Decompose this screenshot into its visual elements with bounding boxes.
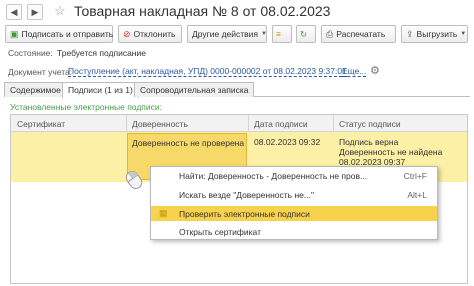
export-icon: ⇪	[406, 28, 414, 39]
menu-item-search-shortcut: Alt+L	[407, 190, 427, 200]
column-divider	[126, 115, 127, 132]
menu-item-open-cert-label: Открыть сертификат	[179, 227, 261, 237]
menu-item-search-label: Искать везде "Доверенность не..."	[179, 190, 314, 200]
menu-item-find-label: Найти: Доверенность - Доверенность не пр…	[179, 171, 368, 181]
export-label: Выгрузить	[416, 29, 458, 39]
context-menu: Найти: Доверенность - Доверенность не пр…	[150, 166, 438, 240]
column-divider	[333, 115, 334, 132]
menu-item-verify-signatures[interactable]: ▦ Проверить электронные подписи	[151, 206, 437, 221]
document-label: Документ учета:	[8, 67, 73, 77]
column-header-date[interactable]: Дата подписи	[254, 119, 308, 129]
reject-button[interactable]: ⊘ Отклонить	[118, 25, 182, 43]
document-link[interactable]: Поступление (акт, накладная, УПД) 0000-0…	[68, 67, 347, 77]
sign-and-send-label: Подписать и отправить	[21, 29, 114, 39]
tab-content[interactable]: Содержимое	[4, 82, 67, 97]
arrow-left-icon: ◀	[10, 6, 18, 17]
tab-cover-note[interactable]: Сопроводительная записка	[134, 82, 255, 97]
column-header-status[interactable]: Статус подписи	[339, 119, 401, 129]
tab-bar: Содержимое Подписи (1 из 1) Сопроводител…	[4, 82, 470, 98]
reject-label: Отклонить	[133, 29, 176, 39]
status-value: Требуется подписание	[57, 48, 146, 58]
column-divider	[248, 115, 249, 132]
export-button[interactable]: ⇪ Выгрузить ▼	[401, 25, 468, 43]
forward-button[interactable]: ▶	[27, 4, 43, 20]
menu-item-open-certificate[interactable]: Открыть сертификат	[151, 224, 437, 239]
refresh-icon: ↻	[300, 28, 308, 39]
title-bar: ◀ ▶ ☆ Товарная накладная № 8 от 08.02.20…	[0, 0, 474, 24]
table-header: Сертификат Доверенность Дата подписи Ста…	[11, 115, 467, 132]
arrow-right-icon: ▶	[31, 6, 39, 17]
menu-item-find-shortcut: Ctrl+F	[403, 171, 427, 181]
refresh-button[interactable]: ↻	[296, 25, 316, 43]
signature-check-icon: ▦	[159, 208, 168, 218]
print-button[interactable]: ⎙ Распечатать	[321, 25, 396, 43]
reject-icon: ⊘	[123, 28, 131, 39]
signatures-section-title: Установленные электронные подписи:	[10, 102, 163, 112]
status-line-2: Доверенность не найдена	[339, 147, 443, 157]
back-button[interactable]: ◀	[6, 4, 22, 20]
poa-cell-text: Доверенность не проверена	[132, 138, 245, 148]
status-line-1: Подпись верна	[339, 137, 399, 147]
hierarchy-icon: ≡	[276, 29, 281, 39]
tab-signatures[interactable]: Подписи (1 из 1)	[62, 82, 139, 98]
column-header-poa[interactable]: Доверенность	[132, 119, 188, 129]
sign-and-send-button[interactable]: ▣ Подписать и отправить	[5, 25, 113, 43]
other-actions-dropdown[interactable]: Другие действия ▼	[187, 25, 267, 43]
favorite-star-icon[interactable]: ☆	[54, 3, 66, 19]
page-title: Товарная накладная № 8 от 08.02.2023	[74, 3, 331, 19]
status-label: Состояние:	[8, 48, 53, 58]
chevron-down-icon: ▼	[460, 31, 467, 37]
date-cell[interactable]: 08.02.2023 09:32	[254, 137, 320, 147]
more-link[interactable]: Еще...	[342, 67, 367, 77]
other-actions-label: Другие действия	[192, 29, 259, 39]
chevron-down-icon: ▼	[261, 31, 267, 37]
menu-item-verify-label: Проверить электронные подписи	[179, 209, 310, 219]
toolbar: ▣ Подписать и отправить ⊘ Отклонить Друг…	[0, 25, 474, 45]
menu-item-search-everywhere[interactable]: Искать везде "Доверенность не..." Alt+L	[151, 187, 437, 202]
menu-item-find[interactable]: Найти: Доверенность - Доверенность не пр…	[151, 168, 437, 183]
mouse-cursor-icon	[125, 171, 143, 189]
gear-icon[interactable]: ⚙	[370, 64, 380, 77]
structure-button[interactable]: ≡	[272, 25, 292, 43]
print-label: Распечатать	[336, 29, 386, 39]
printer-icon: ⎙	[326, 28, 334, 39]
column-header-certificate[interactable]: Сертификат	[17, 119, 65, 129]
sign-icon: ▣	[10, 28, 19, 39]
